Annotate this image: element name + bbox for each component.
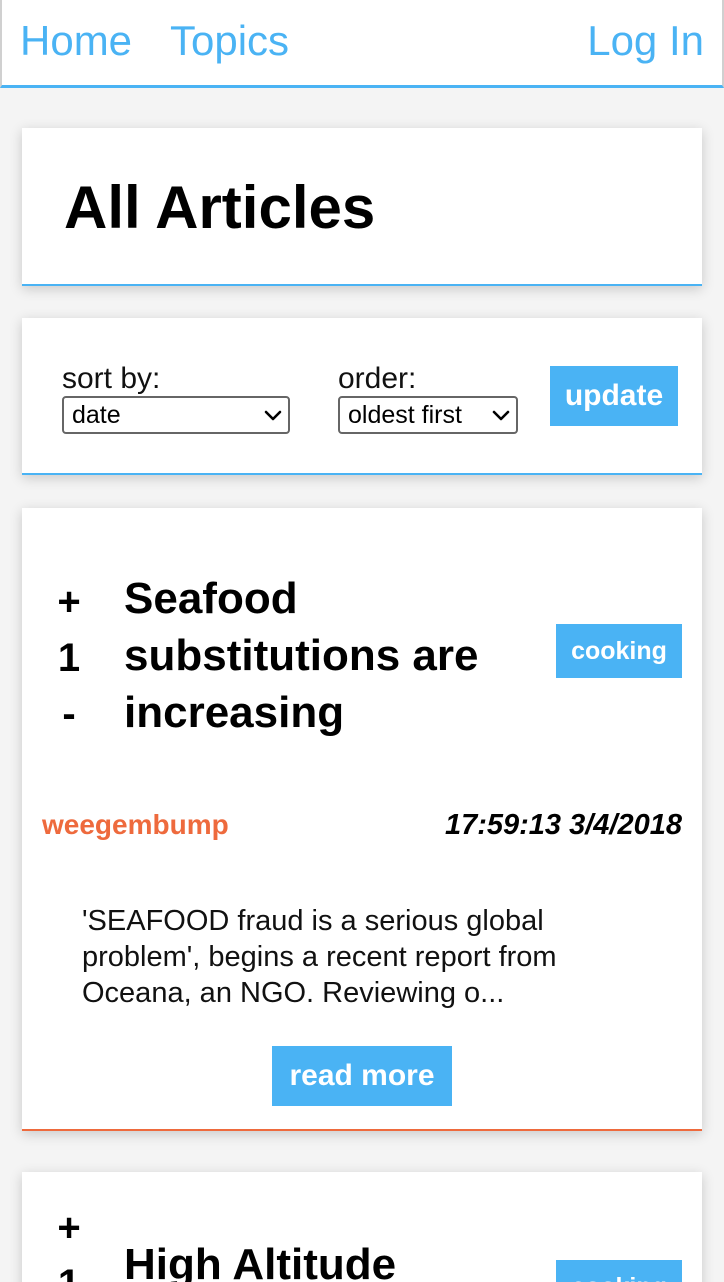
order-select[interactable]: oldest first xyxy=(338,396,518,434)
sort-by-label: sort by: xyxy=(62,362,161,395)
sort-controls-card: sort by: date order: oldest first update xyxy=(22,318,702,475)
sort-by-select[interactable]: date xyxy=(62,396,290,434)
top-nav: Home Topics Log In xyxy=(0,0,724,88)
nav-home-link[interactable]: Home xyxy=(20,16,132,66)
vote-count: 1 xyxy=(52,1256,86,1282)
article-author[interactable]: weegembump xyxy=(42,808,229,842)
chevron-down-icon xyxy=(264,410,282,421)
order-value: oldest first xyxy=(348,401,462,429)
nav-login-link[interactable]: Log In xyxy=(587,16,704,66)
chevron-down-icon xyxy=(492,410,510,421)
downvote-button[interactable]: - xyxy=(52,686,86,742)
topic-tag-button[interactable]: cooking xyxy=(556,624,682,678)
upvote-button[interactable]: + xyxy=(52,1200,86,1256)
article-card: + 1 - Seafood substitutions are increasi… xyxy=(22,508,702,1131)
page: Home Topics Log In All Articles sort by:… xyxy=(0,0,724,1282)
read-more-button[interactable]: read more xyxy=(272,1046,452,1106)
upvote-button[interactable]: + xyxy=(52,574,86,630)
article-card: + 1 High Altitude cooking xyxy=(22,1172,702,1282)
article-title[interactable]: Seafood substitutions are increasing xyxy=(124,570,544,741)
topic-tag-button[interactable]: cooking xyxy=(556,1260,682,1282)
update-button[interactable]: update xyxy=(550,366,678,426)
order-label: order: xyxy=(338,362,417,395)
article-date: 17:59:13 3/4/2018 xyxy=(444,809,682,841)
page-title-card: All Articles xyxy=(22,128,702,286)
sort-by-value: date xyxy=(72,401,121,429)
page-title: All Articles xyxy=(64,174,376,241)
article-excerpt: 'SEAFOOD fraud is a serious global probl… xyxy=(82,905,557,1009)
nav-topics-link[interactable]: Topics xyxy=(170,16,289,66)
article-title[interactable]: High Altitude xyxy=(124,1236,396,1282)
vote-count: 1 xyxy=(57,636,81,680)
